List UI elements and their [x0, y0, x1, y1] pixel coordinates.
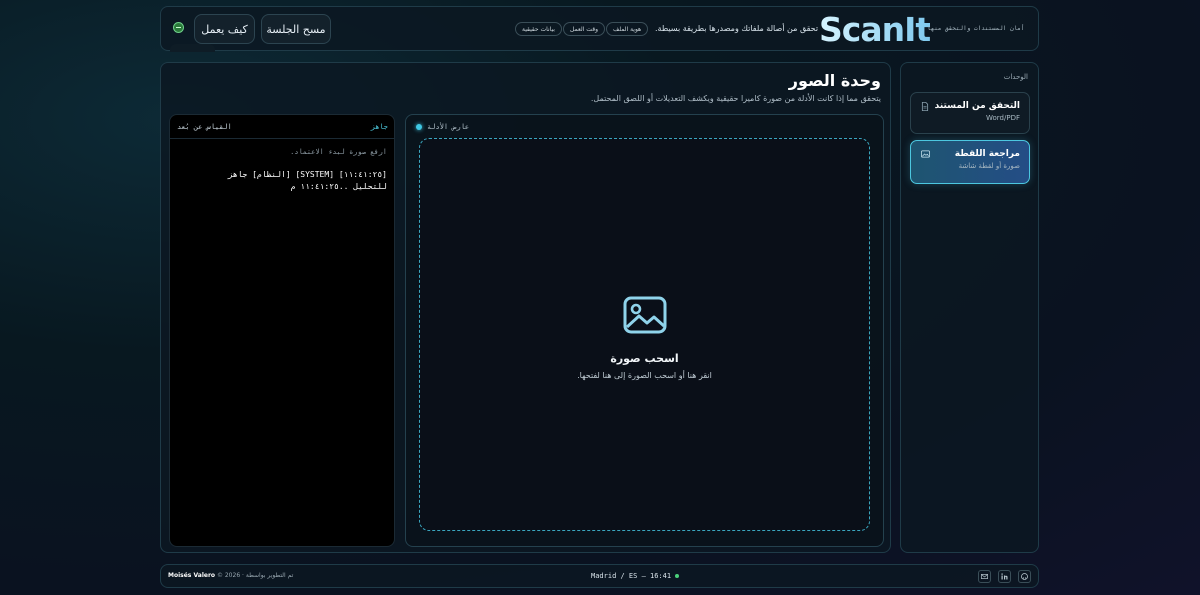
status-indicator-icon[interactable] [173, 22, 184, 33]
sidebar-item-sublabel: Word/PDF [986, 114, 1020, 122]
sidebar-item-label: التحقق من المستند [934, 101, 1020, 111]
tagline: تحقق من أصالة ملفاتك ومصدرها بطريقة بسيط… [655, 24, 819, 33]
page-description: يتحقق مما إذا كانت الأدلة من صورة كاميرا… [590, 94, 881, 103]
page-title: وحدة الصور [788, 71, 881, 90]
chip-file-identity: هوية الملف [606, 22, 649, 36]
console-log-line: [١١:٤١:٢٥] [SYSTEM] [النظام] جاهز للتحلي… [228, 170, 387, 191]
viewer-header: عارض الأدلة [416, 123, 469, 131]
footer-author[interactable]: Moisés Valero [168, 572, 215, 579]
console-status: جاهز [371, 123, 388, 131]
header-tab-decoration [170, 44, 215, 52]
document-icon [921, 102, 929, 111]
image-dropzone[interactable]: اسحب صورة انقر هنا أو اسحب الصورة إلى هن… [419, 138, 870, 531]
sidebar-title: الوحدات [1003, 73, 1028, 81]
footer: Moisés Valero © 2026 · تم التطوير بواسطة… [160, 564, 1039, 588]
mail-icon[interactable] [978, 570, 991, 583]
telemetry-console: القياس عن بُعد جاهز ارفع صورة لبدء الاعت… [169, 114, 395, 547]
dropzone-hint: انقر هنا أو اسحب الصورة إلى هنا لفتحها. [577, 371, 712, 380]
evidence-viewer: عارض الأدلة اسحب صورة انقر هنا أو اسحب ا… [405, 114, 884, 547]
chip-runtime: وقت العمل [563, 22, 605, 36]
chip-real-data: بيانات حقيقية [515, 22, 562, 36]
modules-sidebar: الوحدات التحقق من المستند Word/PDF مراجع… [900, 62, 1039, 553]
dropzone-title: اسحب صورة [610, 352, 679, 365]
online-dot-icon [675, 574, 680, 578]
clear-session-button[interactable]: مسح الجلسة [261, 14, 331, 44]
viewer-label: عارض الأدلة [427, 123, 470, 131]
sidebar-item-label: مراجعة اللقطة [954, 149, 1020, 159]
viewer-status-dot-icon [416, 124, 422, 130]
github-icon[interactable] [1018, 570, 1031, 583]
linkedin-icon[interactable] [998, 570, 1011, 583]
footer-location: Madrid / ES — 16:41 [591, 572, 680, 580]
footer-location-text: Madrid / ES — 16:41 [591, 572, 672, 580]
app-subtitle: أمان المستندات والتحقق منها [927, 25, 1025, 32]
top-bar: كيف يعمل مسح الجلسة بيانات حقيقية وقت ال… [160, 6, 1039, 52]
sidebar-item-sublabel: صورة أو لقطة شاشة [958, 162, 1020, 170]
app-logo: ScanIt [819, 10, 931, 49]
sidebar-item-snapshot-review[interactable]: مراجعة اللقطة صورة أو لقطة شاشة [910, 140, 1030, 184]
footer-copyright: © 2026 · تم التطوير بواسطة [216, 572, 294, 579]
image-icon [921, 150, 930, 158]
sidebar-item-document-check[interactable]: التحقق من المستند Word/PDF [910, 92, 1030, 134]
console-header: القياس عن بُعد جاهز [170, 115, 394, 139]
console-hint: ارفع صورة لبدء الاعتماد. [290, 148, 387, 156]
how-it-works-button[interactable]: كيف يعمل [194, 14, 255, 44]
image-upload-icon [623, 296, 667, 334]
image-module-panel: وحدة الصور يتحقق مما إذا كانت الأدلة من … [160, 62, 891, 553]
console-label: القياس عن بُعد [177, 123, 232, 131]
footer-credit: Moisés Valero © 2026 · تم التطوير بواسطة [168, 572, 293, 579]
